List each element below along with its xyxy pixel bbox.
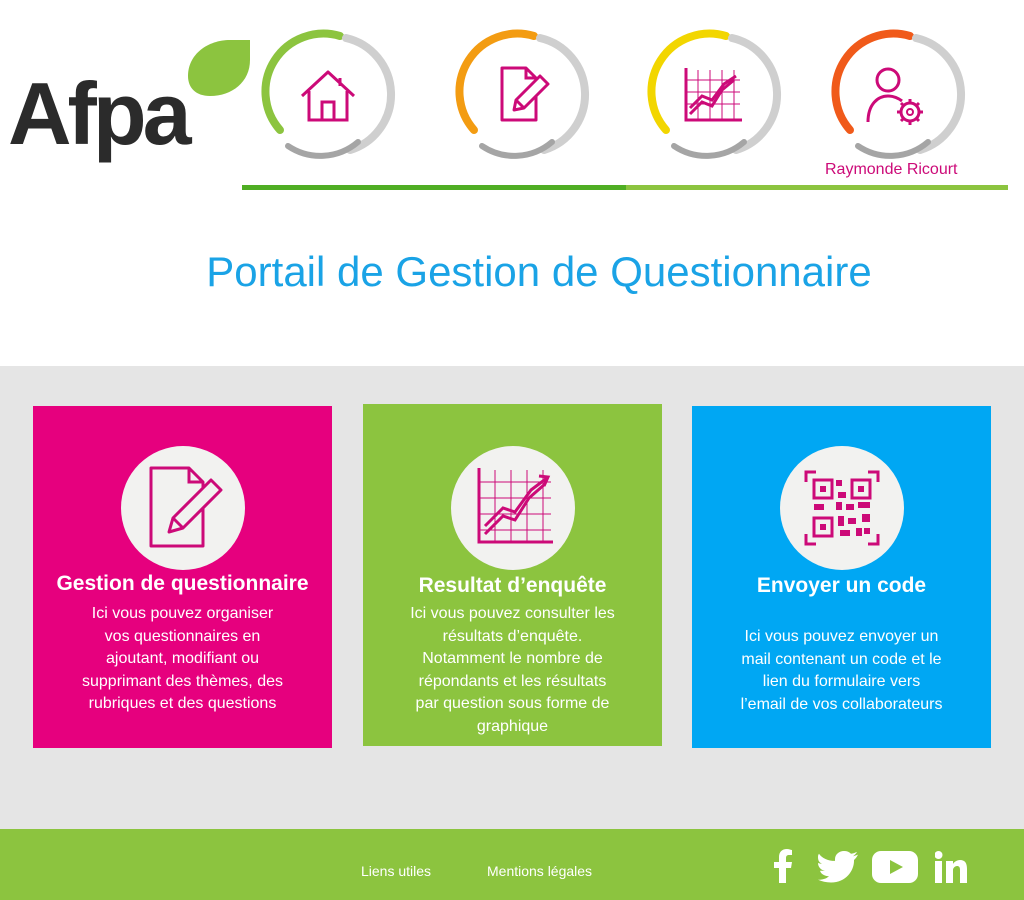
card-icon-circle — [780, 446, 904, 570]
edit-document-icon — [149, 466, 223, 548]
nav-questionnaire-button[interactable] — [452, 22, 592, 162]
card-resultat-enquete[interactable]: Resultat d’enquête Ici vous pouvez consu… — [363, 404, 662, 746]
home-icon — [300, 70, 356, 122]
card-icon-circle — [121, 446, 245, 570]
card-gestion-questionnaire[interactable]: Gestion de questionnaire Ici vous pouvez… — [33, 406, 332, 748]
nav-home-button[interactable] — [258, 22, 398, 162]
leaf-icon — [188, 40, 250, 96]
qr-code-icon — [804, 470, 880, 546]
facebook-icon[interactable] — [770, 849, 796, 883]
youtube-icon[interactable] — [872, 851, 918, 883]
user-settings-icon — [866, 67, 923, 125]
linkedin-icon[interactable] — [935, 851, 967, 883]
card-envoyer-code[interactable]: Envoyer un code Ici vous pouvez envoyer … — [692, 406, 991, 748]
twitter-icon[interactable] — [818, 851, 858, 883]
card-icon-circle — [451, 446, 575, 570]
nav-profile-button[interactable] — [828, 22, 968, 162]
footer: Liens utiles Mentions légales — [0, 829, 1024, 900]
chart-icon — [684, 68, 742, 122]
card-title: Gestion de questionnaire — [56, 572, 309, 595]
nav-results-button[interactable] — [644, 22, 784, 162]
chart-icon — [477, 468, 553, 544]
card-description: Ici vous pouvez organiser vos questionna… — [82, 605, 283, 712]
afpa-logo[interactable]: Afpa — [8, 40, 250, 170]
card-title: Resultat d’enquête — [418, 574, 607, 597]
card-title: Envoyer un code — [756, 574, 927, 597]
edit-document-icon — [500, 66, 550, 122]
card-description: Ici vous pouvez envoyer un mail contenan… — [740, 628, 943, 713]
header-divider — [242, 185, 626, 190]
footer-link-mentions-legales[interactable]: Mentions légales — [487, 863, 592, 879]
card-description: Ici vous pouvez consulter les résultats … — [410, 605, 615, 735]
user-name[interactable]: Raymonde Ricourt — [825, 161, 958, 179]
footer-link-liens-utiles[interactable]: Liens utiles — [361, 863, 431, 879]
header-divider — [626, 185, 1008, 190]
logo-text: Afpa — [8, 64, 192, 163]
header: Afpa Raymonde Ricourt — [0, 0, 1024, 195]
page-title: Portail de Gestion de Questionnaire — [206, 248, 872, 295]
